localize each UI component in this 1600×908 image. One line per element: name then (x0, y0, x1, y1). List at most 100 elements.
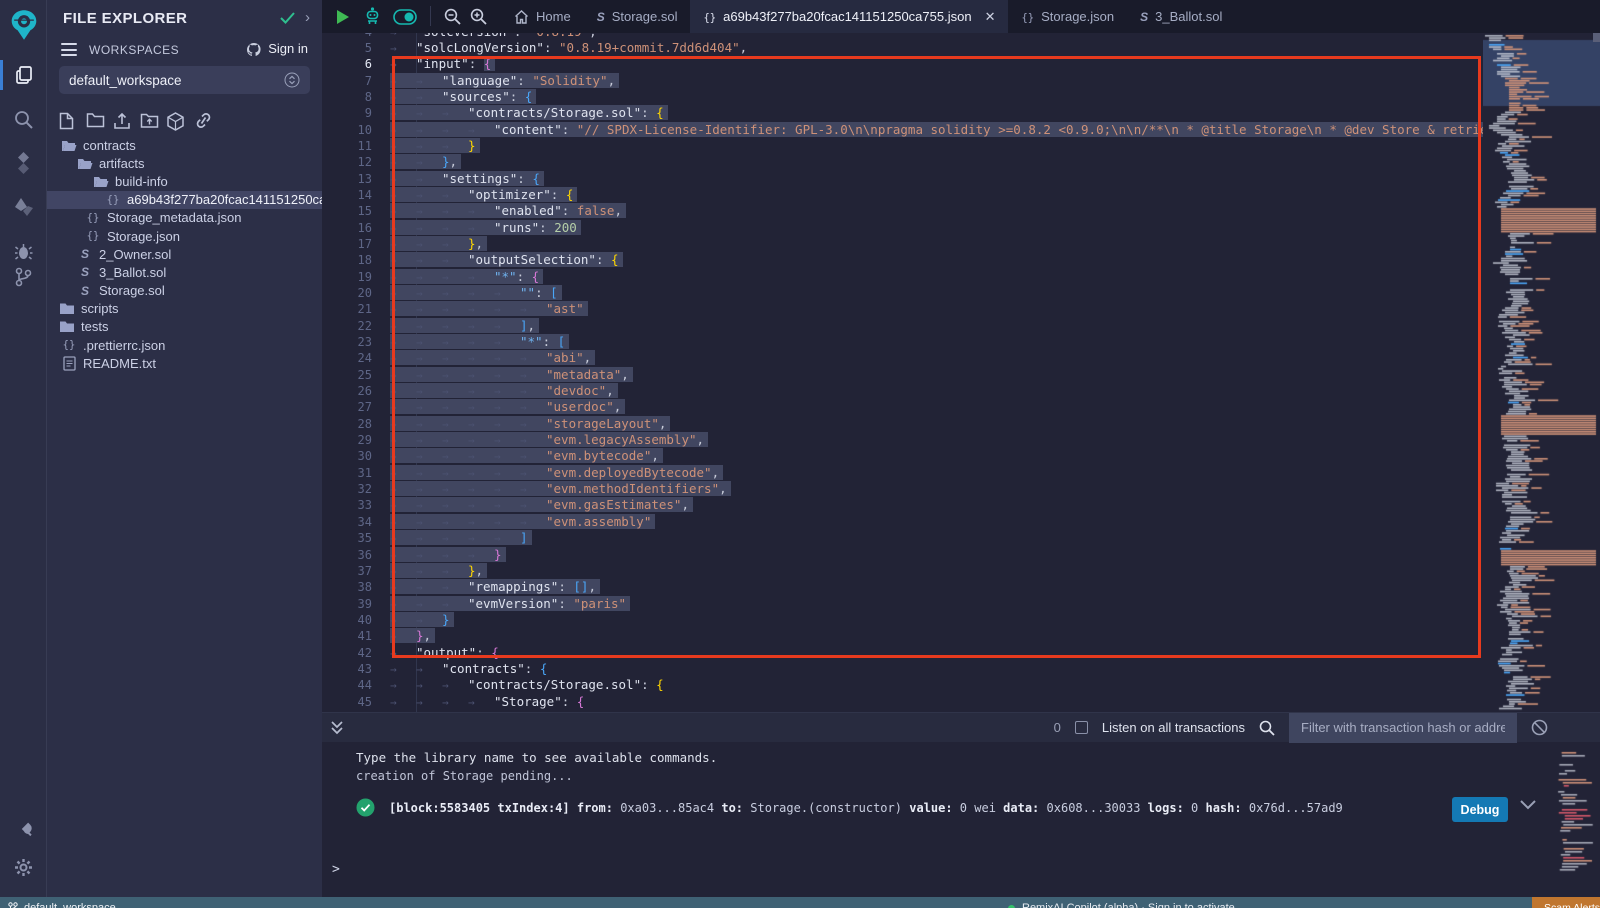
code-line-22: 22→→→→→], (322, 318, 1483, 334)
tree-item-label: 3_Ballot.sol (99, 265, 166, 280)
file-toolbar (59, 112, 212, 130)
line-content: →"input": { (372, 56, 491, 72)
plugin-manager-icon[interactable] (0, 812, 47, 846)
debug-button[interactable]: Debug (1452, 797, 1508, 822)
run-script-icon[interactable] (336, 0, 350, 33)
line-content: →→→"remappings": [], (372, 579, 596, 595)
line-content: →→} (372, 612, 450, 628)
tree-item-tests[interactable]: tests (47, 318, 322, 336)
workspaces-menu-icon[interactable] (61, 43, 77, 56)
tree-item-storage-json[interactable]: {}Storage.json (47, 227, 322, 245)
tab-storage-json[interactable]: {}Storage.json (1008, 0, 1127, 33)
tab-storage-sol[interactable]: SStorage.sol (584, 0, 691, 33)
editor-scrollbar-thumb[interactable] (1593, 33, 1600, 42)
code-line-39: 39→→→"evmVersion": "paris" (322, 596, 1483, 612)
tab-3-ballot-sol[interactable]: S3_Ballot.sol (1127, 0, 1235, 33)
line-content: →→→→→→"abi", (372, 350, 591, 366)
panel-forward-icon[interactable]: › (305, 9, 310, 26)
statusbar-copilot[interactable]: RemixAI Copilot (alpha) · Sign in to act… (1008, 897, 1235, 908)
code-line-37: 37→→→}, (322, 563, 1483, 579)
search-icon[interactable] (0, 102, 47, 136)
tree-item-storage-sol[interactable]: SStorage.sol (47, 282, 322, 300)
line-content: →→}, (372, 154, 457, 170)
line-content: →→→→→→"evm.methodIdentifiers", (372, 481, 727, 497)
terminal-collapse-icon[interactable] (330, 720, 344, 736)
tree-item-build-info[interactable]: build-info (47, 172, 322, 190)
code-line-23: 23→→→→→"*": [ (322, 334, 1483, 350)
line-number: 6 (322, 56, 372, 72)
tx-filter-input[interactable] (1289, 713, 1517, 743)
line-number: 16 (322, 220, 372, 236)
line-number: 13 (322, 171, 372, 187)
tree-item-a69b43f277ba20fcac141151250ca7-[interactable]: {}a69b43f277ba20fcac141151250ca7... (47, 191, 322, 209)
tree-item-contracts[interactable]: contracts (47, 136, 322, 154)
tab-close-icon[interactable]: ✕ (985, 9, 996, 25)
tree-item-2-owner-sol[interactable]: S2_Owner.sol (47, 245, 322, 263)
line-number: 20 (322, 285, 372, 301)
terminal-output[interactable]: Type the library name to see available c… (322, 742, 1600, 897)
file-explorer-icon[interactable] (0, 58, 47, 92)
link-icon[interactable] (194, 112, 212, 130)
zoom-out-icon[interactable] (444, 0, 461, 33)
tree-item-label: .prettierrc.json (83, 338, 165, 353)
upload-file-icon[interactable] (113, 112, 131, 130)
code-editor[interactable]: 4→"solcVersion": "0.8.19",5→"solcLongVer… (322, 33, 1600, 712)
tree-item-label: Storage.json (107, 229, 180, 244)
settings-icon[interactable] (0, 850, 47, 884)
selection: →→→}, (390, 563, 483, 578)
tree-item-label: artifacts (99, 156, 145, 171)
code-line-11: 11→→→} (322, 138, 1483, 154)
tab-home[interactable]: Home (501, 0, 584, 33)
tree-item-storage-metadata-json[interactable]: {}Storage_metadata.json (47, 209, 322, 227)
line-number: 24 (322, 350, 372, 366)
tree-item-readme-txt[interactable]: README.txt (47, 354, 322, 372)
line-number: 11 (322, 138, 372, 154)
terminal-line: Type the library name to see available c… (356, 750, 717, 765)
tree-item-scripts[interactable]: scripts (47, 300, 322, 318)
new-folder-icon[interactable] (86, 112, 104, 130)
status-dot-icon (1008, 905, 1015, 908)
statusbar-workspace[interactable]: default_workspace (8, 897, 116, 908)
deploy-run-icon[interactable] (0, 190, 47, 224)
selection: →→→→→→"evm.assembly" (390, 514, 651, 529)
code-line-26: 26→→→→→→"devdoc", (322, 383, 1483, 399)
scam-alerts-badge[interactable]: Scam Alerts (1532, 897, 1600, 908)
clear-console-icon[interactable] (1531, 719, 1548, 736)
listen-checkbox[interactable] (1075, 721, 1088, 734)
selection: →→→→→→"storageLayout", (390, 416, 666, 431)
tx-log-text[interactable]: [block:5583405 txIndex:4] from: 0xa03...… (389, 801, 1343, 815)
ai-assistant-icon[interactable] (363, 0, 382, 33)
selection: →→→"contracts/Storage.sol": { (390, 105, 664, 120)
selection: →→→→→→"evm.legacyAssembly", (390, 432, 704, 447)
workspace-select[interactable]: default_workspace (59, 66, 310, 94)
code-line-42: 42→"output": { (322, 645, 1483, 661)
remix-logo[interactable] (0, 8, 47, 42)
line-number: 29 (322, 432, 372, 448)
selection: →→"settings": { (390, 171, 540, 186)
tree-item-3-ballot-sol[interactable]: S3_Ballot.sol (47, 263, 322, 281)
terminal-prompt[interactable]: > (332, 862, 340, 877)
sign-in-button[interactable]: Sign in (246, 41, 308, 56)
line-content: →→→→→→"evm.deployedBytecode", (372, 465, 719, 481)
tab-a69b43f277ba20fcac141151250ca755-json[interactable]: {}a69b43f277ba20fcac141151250ca755.json✕ (690, 0, 1008, 33)
upload-folder-icon[interactable] (140, 112, 158, 130)
editor-minimap[interactable] (1483, 33, 1600, 712)
listen-label[interactable]: Listen on all transactions (1102, 720, 1245, 735)
terminal-search-icon[interactable] (1259, 720, 1275, 736)
zoom-in-icon[interactable] (470, 0, 487, 33)
solidity-compiler-icon[interactable] (0, 146, 47, 180)
tree-item--prettierrc-json[interactable]: {}.prettierrc.json (47, 336, 322, 354)
tx-expand-icon[interactable] (1520, 800, 1536, 810)
workspaces-label: WORKSPACES (89, 43, 179, 57)
code-lines: 4→"solcVersion": "0.8.19",5→"solcLongVer… (322, 33, 1483, 710)
tab-label: a69b43f277ba20fcac141151250ca755.json (723, 9, 971, 24)
home-icon (514, 10, 529, 24)
git-icon[interactable] (0, 260, 47, 294)
line-content: →"solcVersion": "0.8.19", (372, 33, 597, 40)
toggle-icon[interactable] (393, 0, 417, 33)
new-file-icon[interactable] (59, 112, 77, 130)
line-number: 12 (322, 154, 372, 170)
tree-item-artifacts[interactable]: artifacts (47, 154, 322, 172)
ipfs-cube-icon[interactable] (167, 112, 185, 130)
line-content: →→→→} (372, 547, 502, 563)
